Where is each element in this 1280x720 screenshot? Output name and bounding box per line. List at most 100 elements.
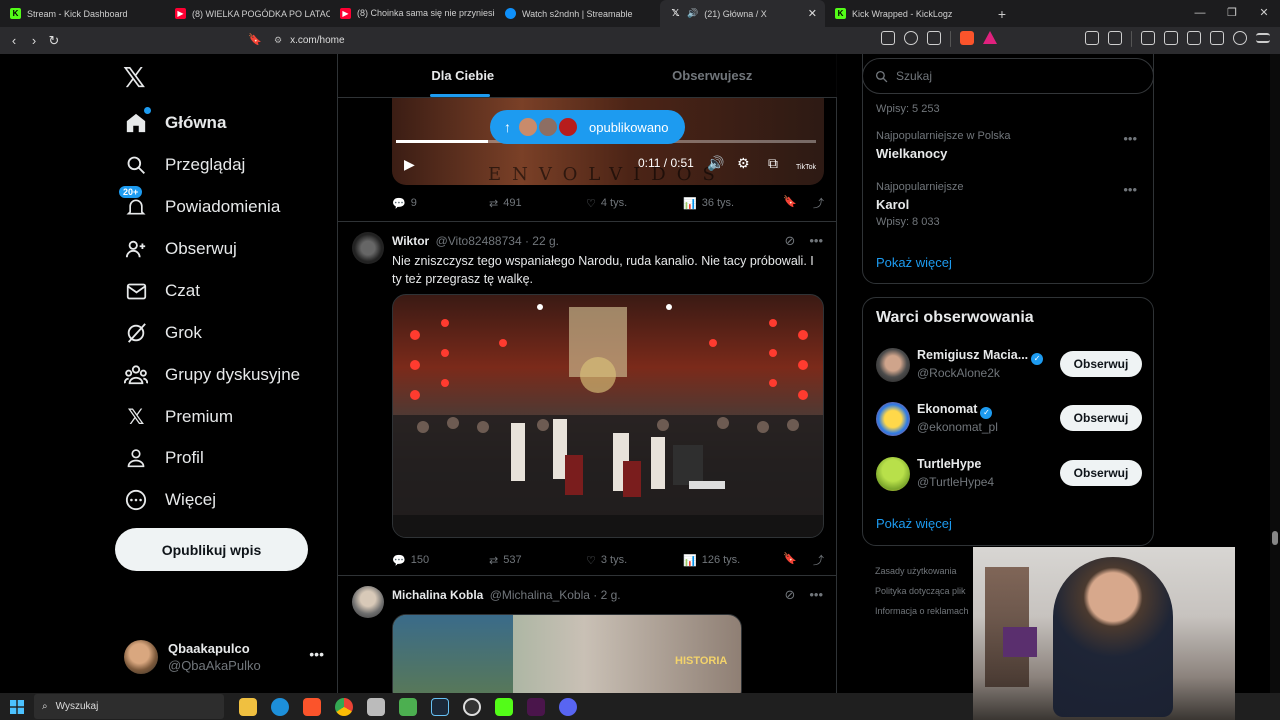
author-name[interactable]: Michalina Kobla <box>392 588 483 602</box>
wallet-icon[interactable] <box>1187 31 1201 45</box>
scrollbar-thumb[interactable] <box>1272 531 1278 545</box>
post[interactable]: Michalina Kobla @Michalina_Kobla · 2 g. … <box>338 576 837 693</box>
sidebar-icon[interactable] <box>1164 31 1178 45</box>
follow-suggestion[interactable]: TurtleHype @TurtleHype4 Obserwuj <box>876 455 1142 495</box>
kick-icon[interactable] <box>495 697 513 716</box>
x-logo-icon[interactable]: 𝕏 <box>123 64 151 92</box>
avatar[interactable] <box>876 402 910 436</box>
taskbar-search[interactable]: ⌕ Wyszukaj <box>34 694 224 719</box>
views-button[interactable]: 📊 126 tys. <box>683 554 780 567</box>
leo-icon[interactable] <box>1210 31 1224 45</box>
bookmark-icon[interactable]: 🔖 <box>783 195 797 211</box>
browser-tab[interactable]: ▶(8) Choinka sama się nie przyniesie 🎄 <box>330 0 495 27</box>
suggestion-name[interactable]: Ekonomat ✓ <box>917 402 993 419</box>
obs-icon[interactable] <box>463 697 481 716</box>
restore-icon[interactable]: ❐ <box>1216 0 1248 27</box>
repost-button[interactable]: ⇄ 537 <box>489 554 586 567</box>
close-window-icon[interactable]: ✕ <box>1248 0 1280 27</box>
forward-icon[interactable]: › <box>24 33 44 48</box>
footer-link[interactable]: Zasady użytkowania <box>875 561 969 581</box>
tab-for-you[interactable]: Dla Ciebie <box>338 54 588 97</box>
discord-icon[interactable] <box>559 697 577 716</box>
store-icon[interactable] <box>399 697 417 716</box>
browser-tab[interactable]: K Kick Wrapped - KickLogz <box>825 0 990 27</box>
post-time[interactable]: · 2 g. <box>593 588 620 602</box>
settings-icon[interactable]: ⚙ <box>737 155 750 172</box>
screen-icon[interactable] <box>881 31 895 45</box>
repost-button[interactable]: ⇄ 491 <box>489 197 586 210</box>
author-name[interactable]: Wiktor <box>392 234 429 248</box>
reply-button[interactable]: 💬 9 <box>392 197 489 210</box>
start-button[interactable] <box>0 699 34 714</box>
grok-icon[interactable]: ⊘ <box>784 233 795 249</box>
nav-item-follow[interactable]: Obserwuj <box>124 229 237 269</box>
brave-shield-icon[interactable] <box>960 31 974 45</box>
avatar[interactable] <box>352 586 384 618</box>
music-icon[interactable] <box>1141 31 1155 45</box>
more-dots-icon[interactable]: ••• <box>1123 182 1137 197</box>
brave-rewards-icon[interactable] <box>983 31 997 44</box>
steam-icon[interactable] <box>431 697 449 716</box>
nav-item-explore[interactable]: Przeglądaj <box>124 145 245 185</box>
follow-button[interactable]: Obserwuj <box>1060 351 1142 377</box>
grok-icon[interactable]: ⊘ <box>784 587 795 603</box>
file-explorer-icon[interactable] <box>239 697 257 716</box>
avatar[interactable] <box>876 457 910 491</box>
post-time[interactable]: · 22 g. <box>525 234 559 248</box>
post[interactable]: Wiktor @Vito82488734 · 22 g. ⊘ ••• Nie z… <box>338 222 837 576</box>
minimize-icon[interactable]: — <box>1184 0 1216 27</box>
suggestion-name[interactable]: Remigiusz Macia... ✓ <box>917 348 1044 365</box>
browser-tab[interactable]: Watch s2ndnh | Streamable <box>495 0 660 27</box>
reload-icon[interactable]: ↻ <box>44 33 64 49</box>
trend-item[interactable]: Najpopularniejsze Karol Wpisy: 8 033 <box>876 181 963 228</box>
app-icon[interactable] <box>367 697 385 716</box>
author-handle[interactable]: @Vito82488734 <box>436 234 522 248</box>
share-icon[interactable]: ⤴ <box>813 195 824 211</box>
post-image[interactable] <box>392 294 824 538</box>
slack-icon[interactable] <box>527 697 545 716</box>
browser-tab[interactable]: ▶(8) WIELKA POGÓDKA PO LATACH (I <box>165 0 330 27</box>
follow-suggestion[interactable]: Ekonomat ✓ @ekonomat_pl Obserwuj <box>876 400 1142 440</box>
more-dots-icon[interactable]: ••• <box>309 646 324 662</box>
footer-link[interactable]: Polityka dotycząca plik <box>875 581 969 601</box>
site-settings-icon[interactable]: ⚙ <box>274 35 282 46</box>
trend-item[interactable]: Wpisy: 5 253 <box>876 99 940 115</box>
media-icon[interactable] <box>1108 31 1122 45</box>
post-button[interactable]: Opublikuj wpis <box>115 528 308 571</box>
tab-following[interactable]: Obserwujesz <box>588 54 838 97</box>
trend-item[interactable]: Najpopularniejsze w Polska Wielkanocy <box>876 130 1011 161</box>
browser-tab-active[interactable]: 𝕏 🔊 (21) Główna / X ✕ <box>660 0 825 27</box>
pip-icon[interactable]: ⧉ <box>768 155 778 172</box>
play-icon[interactable]: ▶ <box>404 156 415 173</box>
nav-item-grok[interactable]: Grok <box>124 313 202 353</box>
brave-icon[interactable] <box>303 697 321 716</box>
new-tab-button[interactable]: + <box>990 6 1014 22</box>
nav-item-profile[interactable]: Profil <box>124 438 204 478</box>
show-more-link[interactable]: Pokaż więcej <box>876 255 952 270</box>
more-dots-icon[interactable]: ••• <box>1123 131 1137 146</box>
like-button[interactable]: ♡ 4 tys. <box>586 197 683 210</box>
like-button[interactable]: ♡ 3 tys. <box>586 554 683 567</box>
edge-icon[interactable] <box>271 697 289 716</box>
views-button[interactable]: 📊 36 tys. <box>683 197 780 210</box>
share-icon[interactable]: ⤴ <box>813 552 824 568</box>
browser-tab[interactable]: K Stream - Kick Dashboard <box>0 0 165 27</box>
nav-item-home[interactable]: Główna <box>124 103 226 143</box>
follow-suggestion[interactable]: Remigiusz Macia... ✓ @RockAlone2k Obserwu… <box>876 346 1142 386</box>
bookmark-icon[interactable]: 🔖 <box>248 33 262 46</box>
footer-link[interactable]: Informacja o reklamach <box>875 601 969 621</box>
nav-item-notifications[interactable]: 20+ Powiadomienia <box>118 185 280 227</box>
vpn-icon[interactable] <box>1233 31 1247 45</box>
volume-icon[interactable]: 🔊 <box>707 155 724 172</box>
follow-button[interactable]: Obserwuj <box>1060 405 1142 431</box>
search-input[interactable]: Szukaj <box>862 58 1154 94</box>
account-switcher[interactable]: Qbaakapulco @QbaAkaPulko ••• <box>124 634 324 680</box>
more-dots-icon[interactable]: ••• <box>809 233 823 249</box>
avatar[interactable] <box>876 348 910 382</box>
new-posts-pill[interactable]: ↑ opublikowano <box>490 110 685 144</box>
post-image[interactable]: HISTORIA <box>392 614 742 693</box>
nav-item-chat[interactable]: Czat <box>124 271 200 311</box>
more-dots-icon[interactable]: ••• <box>809 587 823 603</box>
chrome-icon[interactable] <box>335 697 353 716</box>
share-icon[interactable] <box>927 31 941 45</box>
